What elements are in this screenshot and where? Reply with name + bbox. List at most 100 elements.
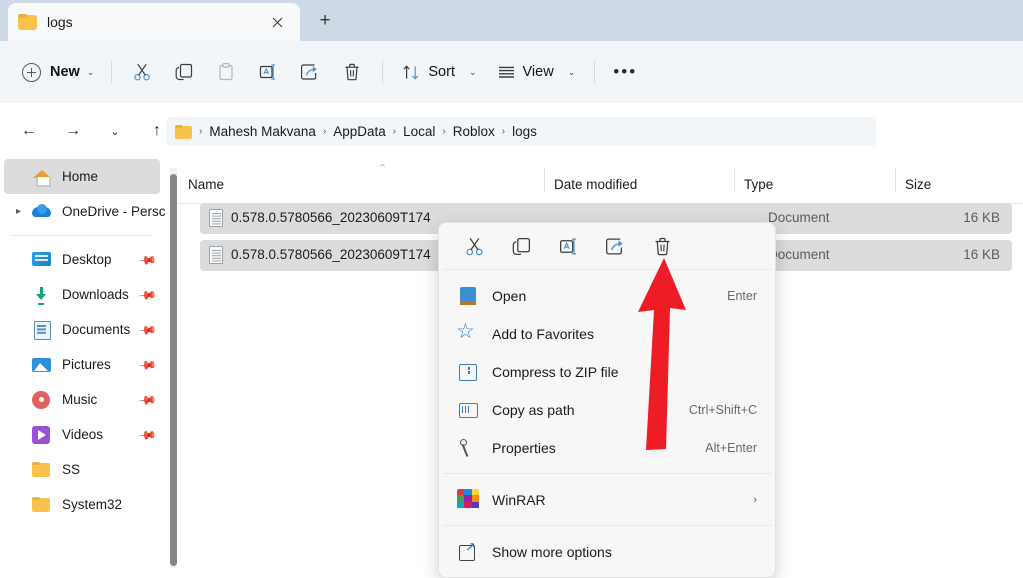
breadcrumb-separator: › [196, 126, 205, 137]
wrench-icon [457, 437, 479, 459]
folder-icon [175, 125, 192, 139]
folder-icon [32, 460, 51, 479]
chevron-right-icon[interactable]: ▸ [16, 206, 32, 217]
view-icon [497, 63, 516, 82]
sidebar-item-label: Pictures [62, 357, 140, 372]
share-button[interactable] [289, 55, 331, 89]
context-menu-item-label: Show more options [492, 544, 757, 560]
sidebar-item-ss[interactable]: SS [4, 452, 160, 487]
sidebar-item-home[interactable]: Home [4, 159, 160, 194]
sidebar-item-onedrive[interactable]: ▸ OneDrive - Persc [4, 194, 160, 229]
delete-button[interactable] [639, 228, 686, 264]
context-menu-item-shortcut: Alt+Enter [705, 441, 757, 455]
column-header-name[interactable]: Name [188, 177, 224, 192]
pin-icon: 📌 [137, 425, 157, 445]
column-divider[interactable] [734, 167, 735, 193]
breadcrumb-item-2[interactable]: Local [399, 122, 439, 141]
column-header-size[interactable]: Size [905, 177, 931, 192]
cut-button[interactable] [451, 228, 498, 264]
sidebar-scrollbar-thumb[interactable] [170, 174, 177, 566]
document-icon [209, 209, 223, 227]
folder-icon [32, 495, 51, 514]
sidebar-item-label: Videos [62, 427, 140, 442]
view-label: View [523, 64, 554, 80]
divider [382, 61, 383, 83]
sidebar-item-label: Documents [62, 322, 140, 337]
see-more-button[interactable]: ••• [604, 55, 646, 89]
file-name: 0.578.0.5780566_20230609T174 [231, 210, 431, 225]
divider [111, 61, 112, 83]
new-button-label: New [50, 64, 80, 80]
sidebar-item-downloads[interactable]: Downloads 📌 [4, 277, 160, 312]
home-icon [32, 167, 51, 186]
forward-button[interactable]: → [58, 116, 88, 146]
copy-button[interactable] [163, 55, 205, 89]
pin-icon: 📌 [137, 285, 157, 305]
context-menu-item-open[interactable]: Open Enter [443, 277, 771, 314]
more-options-icon [457, 541, 479, 563]
breadcrumb-item-1[interactable]: AppData [329, 122, 390, 141]
pin-icon: 📌 [137, 355, 157, 375]
sidebar-item-label: OneDrive - Persc [62, 204, 166, 219]
view-button[interactable]: View ⌄ [487, 55, 586, 89]
chevron-right-icon: › [753, 494, 757, 506]
context-menu: Open Enter Add to Favorites Compress to … [438, 222, 776, 578]
sidebar-item-label: Downloads [62, 287, 140, 302]
documents-icon [32, 320, 51, 339]
sort-icon [402, 63, 421, 82]
column-divider[interactable] [544, 167, 545, 193]
breadcrumb-item-0[interactable]: Mahesh Makvana [205, 122, 320, 141]
context-menu-item-copy-as-path[interactable]: Copy as path Ctrl+Shift+C [443, 391, 771, 428]
context-menu-item-properties[interactable]: Properties Alt+Enter [443, 429, 771, 466]
recent-locations-button[interactable]: ⌄ [100, 116, 130, 146]
ellipsis-icon: ••• [613, 67, 637, 77]
context-menu-quick-actions [439, 223, 775, 269]
column-headers: ⌃ Name Date modified Type Size [178, 159, 1023, 203]
context-menu-item-add-to-favorites[interactable]: Add to Favorites [443, 315, 771, 352]
sidebar-item-label: Music [62, 392, 140, 407]
sidebar-item-system32[interactable]: System32 [4, 487, 160, 522]
sidebar-item-documents[interactable]: Documents 📌 [4, 312, 160, 347]
sidebar-item-label: System32 [62, 497, 160, 512]
sidebar-item-videos[interactable]: Videos 📌 [4, 417, 160, 452]
breadcrumb-item-4[interactable]: logs [508, 122, 541, 141]
context-menu-item-compress-to-zip[interactable]: Compress to ZIP file [443, 353, 771, 390]
document-icon [209, 246, 223, 264]
new-button[interactable]: New ⌄ [14, 56, 102, 88]
star-icon [457, 323, 479, 345]
cut-button[interactable] [121, 55, 163, 89]
sidebar-item-desktop[interactable]: Desktop 📌 [4, 242, 160, 277]
winrar-icon [457, 489, 479, 511]
folder-icon [18, 14, 37, 30]
new-tab-button[interactable]: + [310, 7, 340, 35]
back-button[interactable]: ← [14, 116, 44, 146]
column-divider[interactable] [895, 167, 896, 193]
sidebar-item-music[interactable]: Music 📌 [4, 382, 160, 417]
rename-button[interactable] [247, 55, 289, 89]
tab-logs[interactable]: logs [8, 3, 300, 41]
context-menu-item-label: Copy as path [492, 402, 689, 418]
sort-button[interactable]: Sort ⌄ [392, 55, 486, 89]
breadcrumb-separator: › [390, 126, 399, 137]
context-menu-item-show-more-options[interactable]: Show more options [443, 533, 771, 570]
column-header-type[interactable]: Type [744, 177, 773, 192]
videos-icon [32, 425, 51, 444]
paste-button[interactable] [205, 55, 247, 89]
breadcrumb-item-3[interactable]: Roblox [449, 122, 499, 141]
column-header-date[interactable]: Date modified [554, 177, 637, 192]
sidebar-item-pictures[interactable]: Pictures 📌 [4, 347, 160, 382]
pictures-icon [32, 355, 51, 374]
delete-button[interactable] [331, 55, 373, 89]
context-menu-item-shortcut: Ctrl+Shift+C [689, 403, 757, 417]
close-icon[interactable] [264, 9, 290, 35]
copy-button[interactable] [498, 228, 545, 264]
share-button[interactable] [592, 228, 639, 264]
breadcrumb[interactable]: › Mahesh Makvana › AppData › Local › Rob… [166, 117, 876, 146]
file-size: 16 KB [963, 210, 1000, 225]
rename-button[interactable] [545, 228, 592, 264]
context-menu-item-winrar[interactable]: WinRAR › [443, 481, 771, 518]
context-menu-item-label: WinRAR [492, 492, 753, 508]
file-size: 16 KB [963, 247, 1000, 262]
music-icon [32, 390, 51, 409]
sort-label: Sort [428, 64, 455, 80]
